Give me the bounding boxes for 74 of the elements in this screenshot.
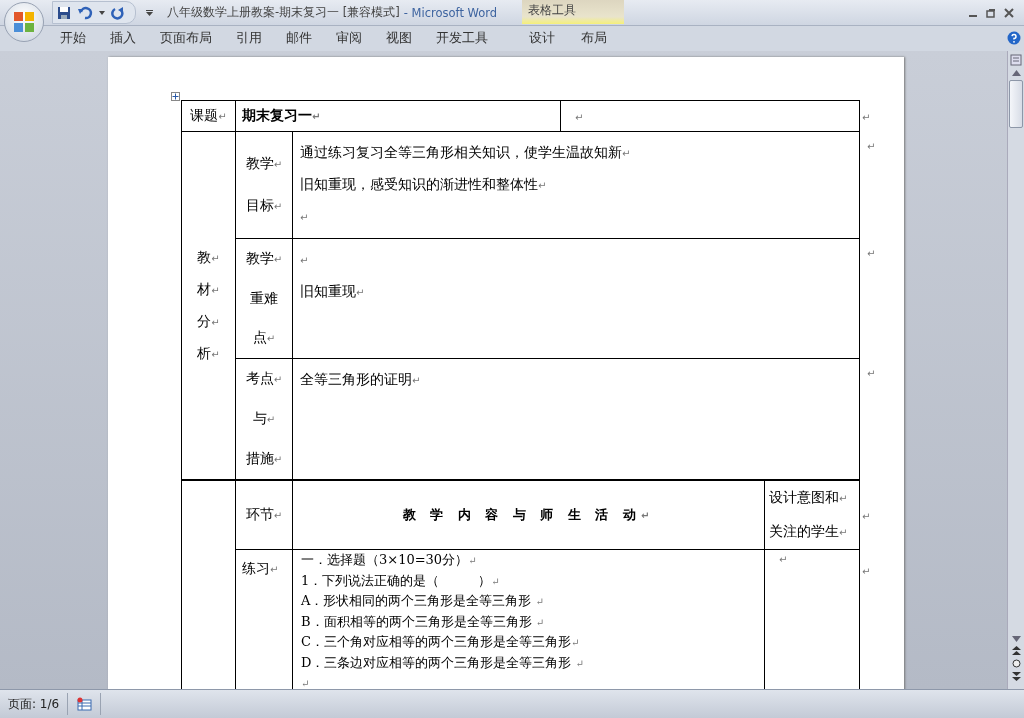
paragraph-text: 重难 bbox=[249, 289, 279, 308]
paragraph-text: ↵ bbox=[300, 211, 310, 225]
paragraph-text: 环节↵ bbox=[244, 506, 284, 524]
ribbon-tab[interactable]: 开始 bbox=[48, 26, 98, 51]
end-of-row-mark: ↵ bbox=[862, 112, 871, 123]
paragraph-text: 全等三角形的证明↵ bbox=[300, 370, 422, 389]
scroll-down-arrow-icon[interactable] bbox=[1011, 636, 1021, 642]
end-of-row-mark: ↵ bbox=[867, 247, 876, 259]
save-icon[interactable] bbox=[57, 5, 71, 20]
previous-page-icon[interactable] bbox=[1011, 646, 1021, 655]
ribbon-tab[interactable]: 引用 bbox=[224, 26, 274, 51]
dropdown-arrow-icon[interactable] bbox=[99, 10, 105, 15]
browse-object-icon[interactable] bbox=[1011, 659, 1021, 668]
help-icon[interactable] bbox=[1007, 31, 1021, 45]
ribbon-tab[interactable]: 开发工具 bbox=[424, 26, 500, 51]
paragraph-text: ↵ bbox=[779, 553, 789, 566]
ribbon-tab[interactable]: 审阅 bbox=[324, 26, 374, 51]
paragraph-text: D．三条边对应相等的两个三角形是全等三角形 ↵ bbox=[301, 653, 585, 672]
paragraph-text: 教↵ bbox=[196, 247, 221, 267]
app-name: - Microsoft Word bbox=[403, 5, 498, 20]
paragraph-text: 与↵ bbox=[251, 409, 277, 428]
paragraph-text: 教学↵ bbox=[244, 249, 284, 268]
customize-arrow-icon[interactable] bbox=[146, 9, 153, 16]
paragraph-text: 1．下列说法正确的是（ ）↵ bbox=[301, 571, 501, 590]
paragraph-text: 目标↵ bbox=[244, 196, 284, 215]
context-tab-group: 表格工具 bbox=[522, 0, 624, 24]
table-move-handle-icon[interactable] bbox=[171, 92, 180, 101]
paragraph-text: 期末复习一↵ bbox=[242, 107, 322, 125]
undo-icon[interactable] bbox=[77, 5, 93, 20]
scrollbar-thumb[interactable] bbox=[1009, 80, 1023, 128]
ribbon-tab[interactable]: 视图 bbox=[374, 26, 424, 51]
paragraph-text: A．形状相同的两个三角形是全等三角形 ↵ bbox=[301, 592, 545, 610]
paragraph-text: 一．选择题（3×10=30分）↵ bbox=[301, 551, 478, 569]
paragraph-text: 析↵ bbox=[196, 343, 221, 363]
paragraph-text: C．三个角对应相等的两个三角形是全等三角形↵ bbox=[301, 633, 581, 651]
paragraph-text: 教学↵ bbox=[244, 154, 284, 173]
paragraph-text: 关注的学生↵ bbox=[769, 522, 849, 541]
paragraph-text: 材↵ bbox=[196, 279, 221, 299]
next-page-icon[interactable] bbox=[1011, 672, 1021, 681]
end-of-row-mark: ↵ bbox=[862, 511, 871, 522]
paragraph-text: 课题↵ bbox=[189, 107, 228, 125]
table-icon[interactable] bbox=[76, 697, 93, 711]
ribbon-tab[interactable]: 布局 bbox=[568, 26, 620, 51]
restore-icon[interactable] bbox=[986, 7, 996, 18]
vertical-scrollbar[interactable] bbox=[1007, 51, 1024, 689]
end-of-row-mark: ↵ bbox=[867, 140, 876, 152]
paragraph-text: ↵ bbox=[300, 254, 310, 268]
paragraph-text: 通过练习复习全等三角形相关知识，使学生温故知新↵ bbox=[300, 143, 632, 162]
paragraph-text: 旧知重现↵ bbox=[300, 282, 366, 301]
office-button[interactable] bbox=[4, 2, 44, 42]
paragraph-text: 练习↵ bbox=[242, 560, 280, 578]
paragraph-text: ↵ bbox=[301, 677, 311, 689]
paragraph-text: 措施↵ bbox=[244, 449, 284, 468]
redo-icon[interactable] bbox=[111, 5, 125, 20]
scroll-up-arrow-icon[interactable] bbox=[1011, 70, 1021, 76]
ribbon-tab[interactable]: 设计 bbox=[516, 26, 568, 51]
ribbon-tab[interactable]: 插入 bbox=[98, 26, 148, 51]
paragraph-text: B．面积相等的两个三角形是全等三角形 ↵ bbox=[301, 612, 546, 631]
paragraph-text: 点↵ bbox=[251, 328, 277, 347]
paragraph-text: 分↵ bbox=[196, 311, 221, 331]
close-icon[interactable] bbox=[1004, 7, 1014, 18]
paragraph-text: ↵ bbox=[575, 111, 585, 124]
ruler-toggle-icon[interactable] bbox=[1010, 54, 1022, 66]
end-of-row-mark: ↵ bbox=[862, 565, 871, 577]
paragraph-text: 考点↵ bbox=[244, 369, 284, 388]
ribbon-tab[interactable]: 邮件 bbox=[274, 26, 324, 51]
paragraph-text: 旧知重现，感受知识的渐进性和整体性↵ bbox=[300, 175, 548, 194]
paragraph-text: 设计意图和↵ bbox=[769, 488, 849, 507]
paragraph-text: 教 学 内 容 与 师 生 活 动↵ bbox=[401, 506, 656, 524]
window-title: 八年级数学上册教案-期末复习一 [兼容模式] bbox=[167, 5, 400, 20]
end-of-row-mark: ↵ bbox=[867, 367, 876, 379]
ribbon-tab[interactable]: 页面布局 bbox=[148, 26, 224, 51]
office-logo-icon bbox=[13, 11, 35, 33]
page-indicator[interactable]: 页面: 1/6 bbox=[8, 695, 60, 713]
